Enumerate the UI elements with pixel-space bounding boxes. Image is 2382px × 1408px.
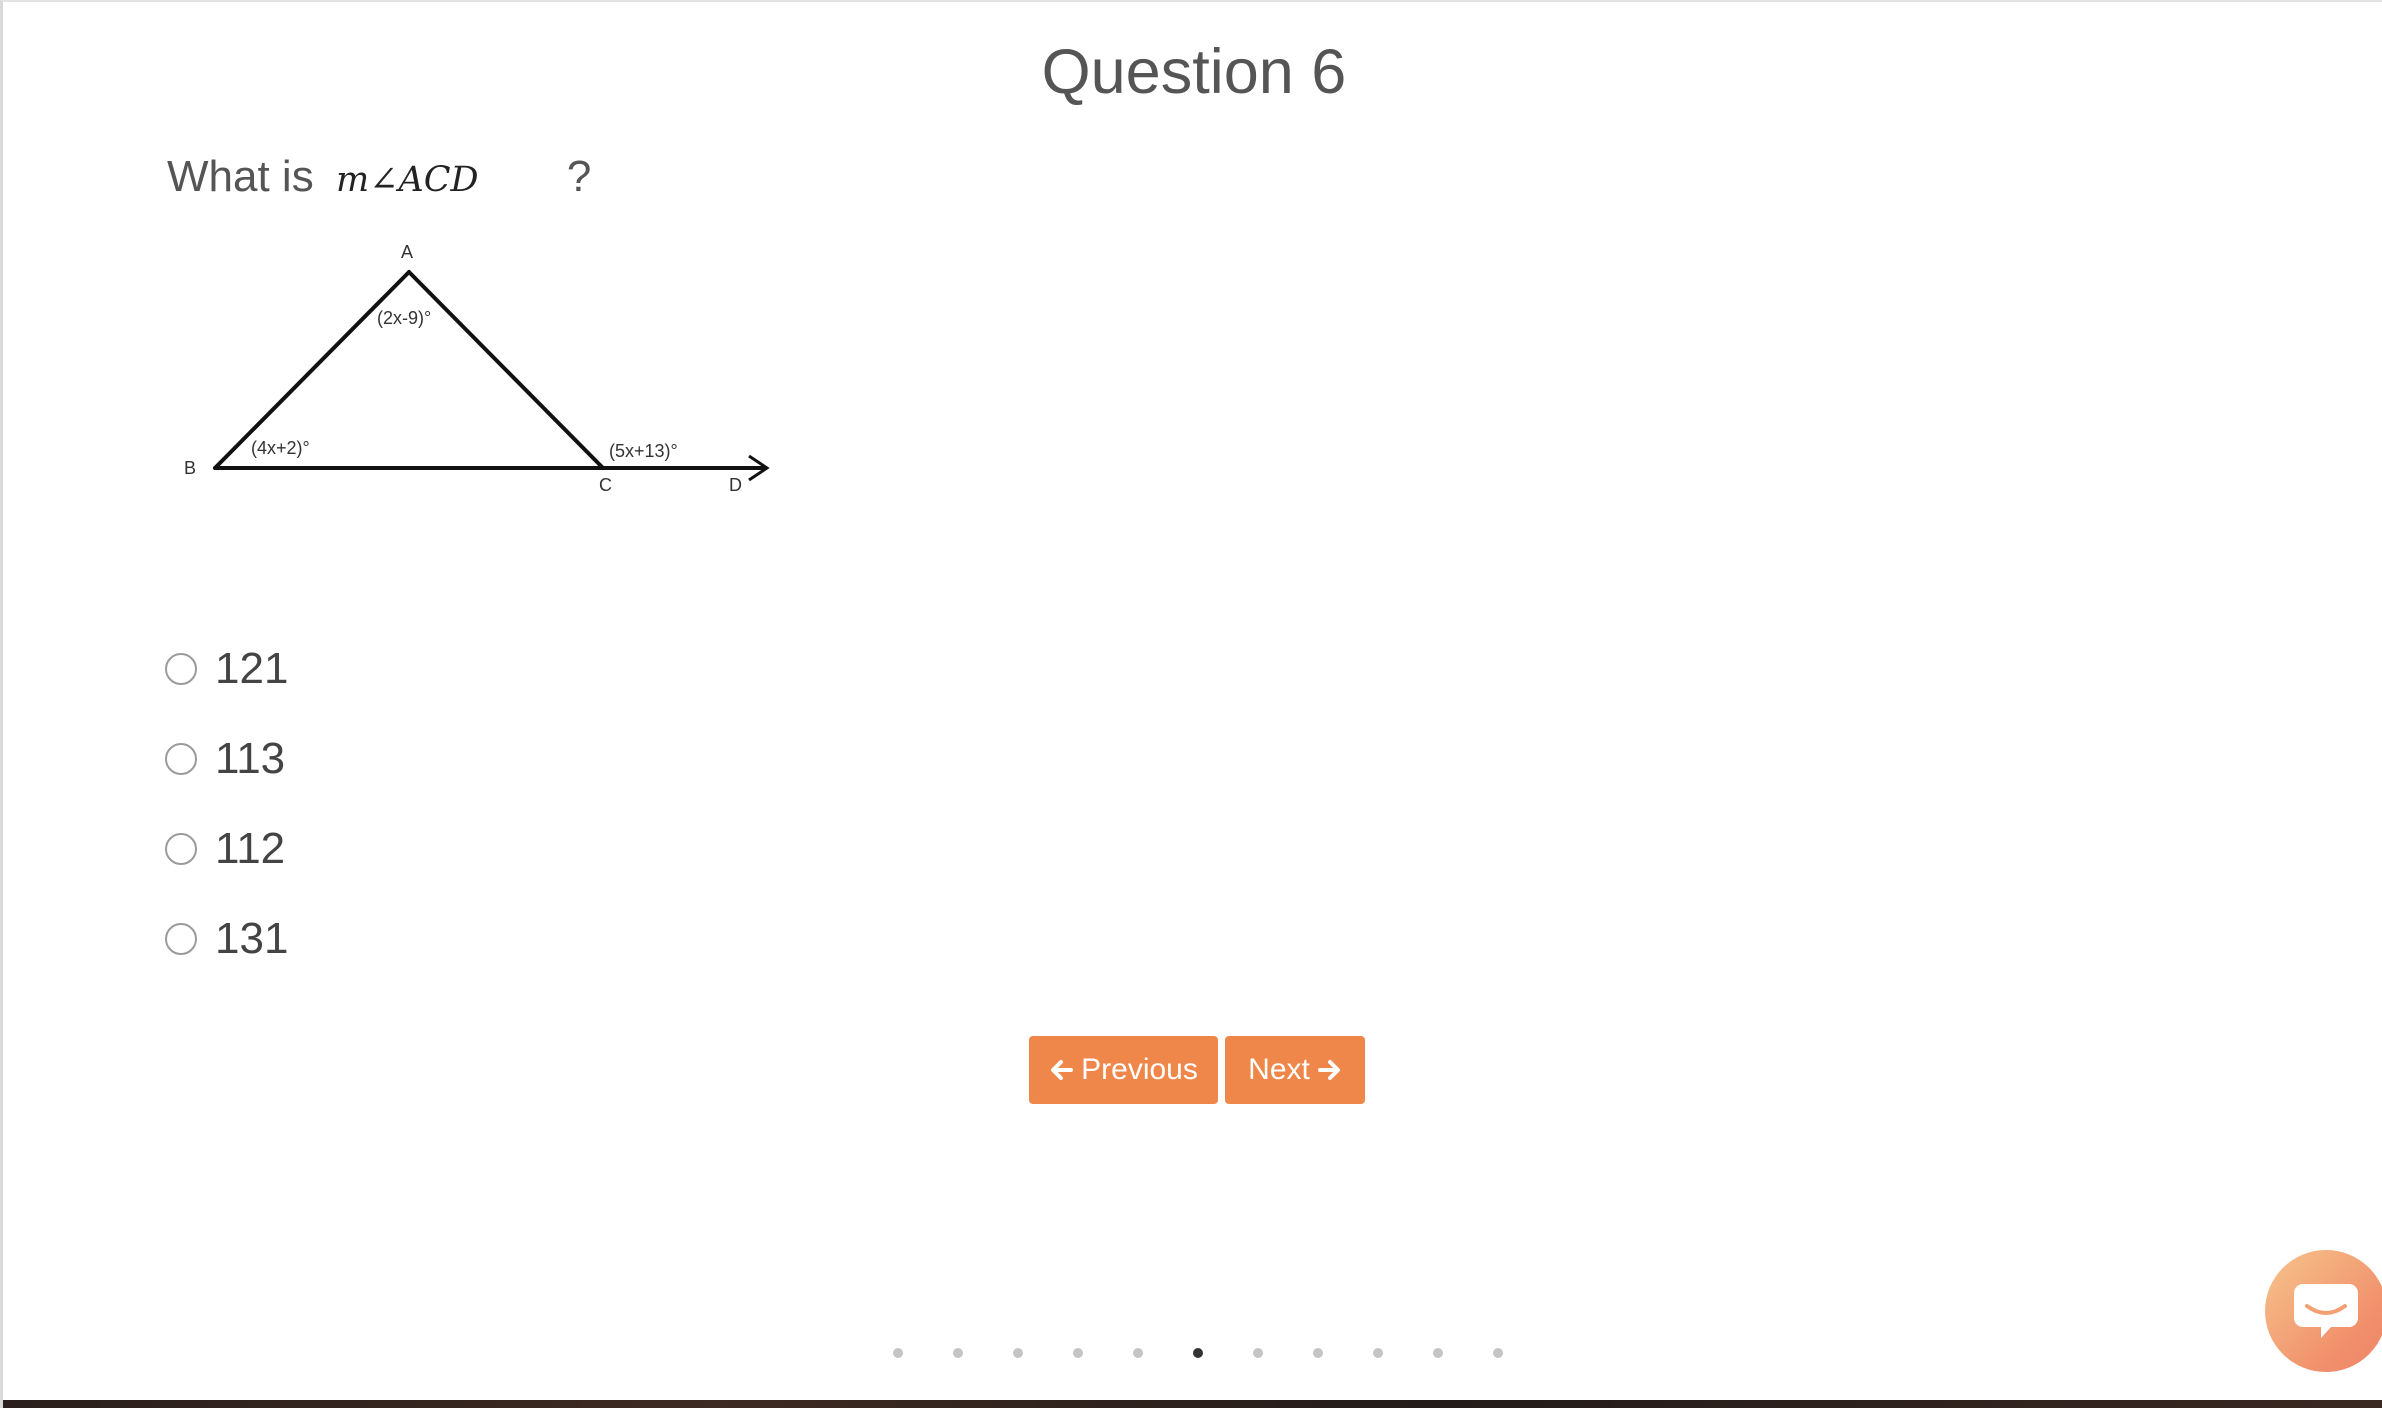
- quiz-page: Question 6 What is m∠ACD ? A B C D (2x-9…: [0, 0, 2382, 1408]
- radio-button[interactable]: [165, 833, 197, 865]
- answer-choices: 121 113 112 131: [165, 624, 288, 984]
- question-math-expression: m∠ACD: [335, 160, 479, 200]
- radio-button[interactable]: [165, 923, 197, 955]
- vertex-label-d: D: [729, 475, 742, 495]
- previous-label: Previous: [1081, 1053, 1198, 1086]
- pagination-dot[interactable]: [953, 1348, 963, 1358]
- choice-option[interactable]: 131: [165, 894, 288, 984]
- pagination-dot[interactable]: [1133, 1348, 1143, 1358]
- bottom-strip: [3, 1400, 2382, 1408]
- angle-label-c: (5x+13)°: [609, 441, 678, 461]
- next-label: Next: [1248, 1053, 1310, 1086]
- choice-label: 121: [215, 644, 289, 693]
- choice-option[interactable]: 121: [165, 624, 288, 714]
- next-button[interactable]: Next: [1225, 1036, 1365, 1104]
- pagination-dot[interactable]: [1253, 1348, 1263, 1358]
- radio-button[interactable]: [165, 743, 197, 775]
- arrow-left-icon: [1051, 1060, 1074, 1080]
- segment-ab: [213, 270, 411, 470]
- triangle-diagram: A B C D (2x-9)° (4x+2)° (5x+13)°: [184, 242, 770, 495]
- question-text: What is m∠ACD ?: [167, 152, 591, 202]
- choice-label: 113: [215, 734, 286, 783]
- pagination-dot[interactable]: [1313, 1348, 1323, 1358]
- choice-option[interactable]: 112: [165, 804, 288, 894]
- choice-option[interactable]: 113: [165, 714, 288, 804]
- choice-label: 112: [215, 824, 286, 873]
- page-title: Question 6: [1041, 37, 1347, 107]
- pagination-dot[interactable]: [1193, 1348, 1203, 1358]
- chat-widget-button[interactable]: [2265, 1250, 2382, 1372]
- segment-ac: [407, 270, 605, 470]
- vertex-label-c: C: [599, 475, 612, 495]
- pagination-dot[interactable]: [1433, 1348, 1443, 1358]
- arrow-right-icon: [1317, 1060, 1340, 1080]
- vertex-label-a: A: [401, 242, 413, 262]
- pagination-dot[interactable]: [1373, 1348, 1383, 1358]
- question-suffix: ?: [566, 152, 592, 201]
- question-navigation: Previous Next: [1029, 1036, 1365, 1104]
- pagination-dots: [893, 1348, 1553, 1358]
- previous-button[interactable]: Previous: [1029, 1036, 1218, 1104]
- angle-label-a: (2x-9)°: [377, 308, 431, 328]
- pagination-dot[interactable]: [1073, 1348, 1083, 1358]
- vertex-label-b: B: [184, 458, 196, 478]
- pagination-dot[interactable]: [1493, 1348, 1503, 1358]
- question-prefix: What is: [167, 152, 314, 201]
- pagination-dot[interactable]: [1013, 1348, 1023, 1358]
- chat-bubble-icon: [2294, 1284, 2358, 1338]
- choice-label: 131: [215, 914, 289, 963]
- angle-label-b: (4x+2)°: [251, 438, 310, 458]
- pagination-dot[interactable]: [893, 1348, 903, 1358]
- radio-button[interactable]: [165, 653, 197, 685]
